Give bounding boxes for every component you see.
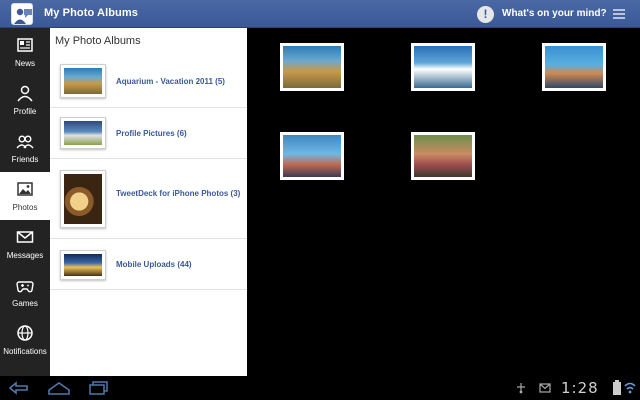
sidebar-item-profile[interactable]: Profile bbox=[0, 76, 50, 124]
sidebar-item-friends[interactable]: Friends bbox=[0, 124, 50, 172]
photo-thumbnail[interactable] bbox=[280, 132, 344, 180]
photo-thumbnail[interactable] bbox=[280, 43, 344, 91]
sidebar-item-photos[interactable]: Photos bbox=[0, 172, 50, 220]
clock: 1:28 bbox=[561, 379, 599, 397]
photo-thumbnail[interactable] bbox=[542, 43, 606, 91]
exclamation-icon[interactable]: ! bbox=[477, 6, 494, 23]
system-bar: 1:28 bbox=[0, 376, 640, 400]
album-label: Aquarium - Vacation 2011 (5) bbox=[116, 77, 225, 86]
album-label: TweetDeck for iPhone Photos (3) bbox=[116, 189, 241, 198]
news-icon bbox=[17, 38, 33, 52]
album-item-aquarium[interactable]: Aquarium - Vacation 2011 (5) bbox=[50, 56, 247, 108]
sidebar-item-games[interactable]: Games bbox=[0, 268, 50, 316]
app-window: My Photo Albums ! What's on your mind? N… bbox=[0, 0, 640, 400]
photo-thumbnail[interactable] bbox=[411, 132, 475, 180]
page-title: My Photo Albums bbox=[44, 7, 138, 19]
usb-icon bbox=[517, 383, 525, 394]
sidebar-item-label: Notifications bbox=[3, 347, 47, 356]
sidebar-item-label: Profile bbox=[13, 107, 37, 116]
sidebar: News Profile Friends Photos Messages Gam… bbox=[0, 28, 50, 376]
sidebar-item-messages[interactable]: Messages bbox=[0, 220, 50, 268]
sidebar-item-label: Messages bbox=[6, 251, 44, 260]
sidebar-item-label: News bbox=[14, 59, 35, 68]
messages-icon bbox=[16, 231, 34, 243]
mail-icon bbox=[539, 383, 551, 393]
globe-icon bbox=[17, 325, 33, 341]
sidebar-item-notifications[interactable]: Notifications bbox=[0, 316, 50, 364]
album-thumbnail bbox=[60, 117, 106, 149]
home-icon[interactable] bbox=[47, 380, 71, 396]
album-list-panel: My Photo Albums Aquarium - Vacation 2011… bbox=[50, 28, 247, 376]
album-label: Mobile Uploads (44) bbox=[116, 260, 192, 269]
album-item-profile-pictures[interactable]: Profile Pictures (6) bbox=[50, 109, 247, 159]
album-thumbnail bbox=[60, 250, 106, 280]
sidebar-item-label: Games bbox=[12, 299, 38, 308]
sidebar-item-label: Friends bbox=[11, 155, 39, 164]
battery-icon bbox=[613, 380, 621, 395]
top-bar: My Photo Albums ! What's on your mind? bbox=[0, 0, 640, 28]
album-label: Profile Pictures (6) bbox=[116, 129, 187, 138]
friends-icon bbox=[16, 135, 34, 149]
photos-icon bbox=[17, 182, 33, 196]
profile-icon bbox=[17, 85, 33, 102]
wifi-icon bbox=[624, 382, 636, 394]
facebook-logo[interactable] bbox=[11, 3, 33, 25]
album-thumbnail bbox=[60, 170, 106, 228]
album-thumbnail bbox=[60, 64, 106, 98]
album-list-title: My Photo Albums bbox=[55, 35, 141, 47]
games-icon bbox=[16, 281, 34, 293]
sidebar-item-news[interactable]: News bbox=[0, 28, 50, 76]
sidebar-item-label: Photos bbox=[12, 203, 38, 212]
status-update-button[interactable]: What's on your mind? bbox=[502, 8, 607, 19]
menu-icon[interactable] bbox=[613, 9, 625, 19]
album-item-mobile-uploads[interactable]: Mobile Uploads (44) bbox=[50, 240, 247, 290]
back-icon[interactable] bbox=[8, 380, 30, 396]
recent-apps-icon[interactable] bbox=[88, 380, 110, 396]
photo-thumbnail[interactable] bbox=[411, 43, 475, 91]
album-item-tweetdeck[interactable]: TweetDeck for iPhone Photos (3) bbox=[50, 160, 247, 239]
